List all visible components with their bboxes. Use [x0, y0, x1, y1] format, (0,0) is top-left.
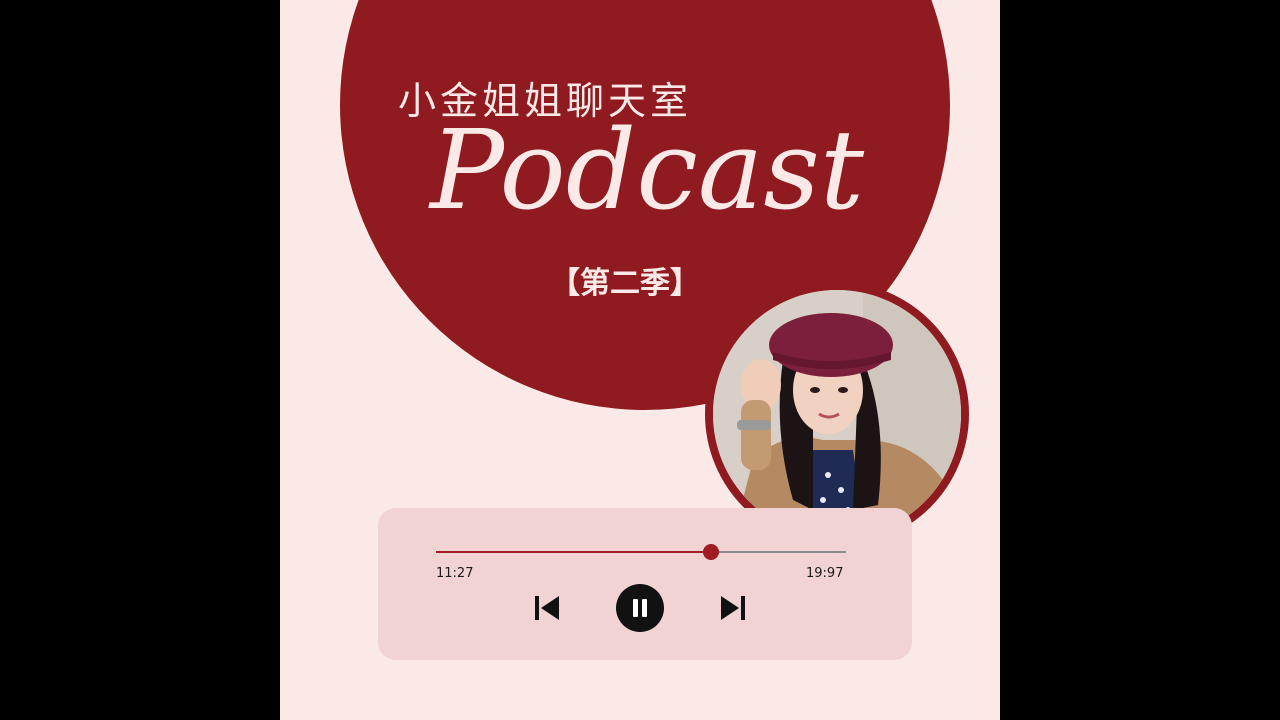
- total-time: 19:97: [806, 566, 844, 581]
- previous-button[interactable]: [532, 594, 562, 622]
- skip-previous-icon: [535, 596, 559, 620]
- progress-fill: [436, 551, 711, 553]
- progress-track[interactable]: [436, 544, 846, 560]
- next-button[interactable]: [718, 594, 748, 622]
- podcast-cover: 小金姐姐聊天室 Podcast 【第二季】 11:27 19:97: [280, 0, 1000, 720]
- podcast-script-title: Podcast: [430, 106, 865, 234]
- skip-next-icon: [721, 596, 745, 620]
- season-label: 【第二季】: [550, 266, 700, 301]
- progress-knob[interactable]: [702, 544, 719, 560]
- pause-icon: [616, 584, 664, 632]
- elapsed-time: 11:27: [436, 566, 474, 581]
- pause-button[interactable]: [616, 584, 664, 632]
- host-photo-frame: [705, 282, 969, 546]
- host-portrait-image: [713, 290, 961, 538]
- letterbox-frame: 小金姐姐聊天室 Podcast 【第二季】 11:27 19:97: [0, 0, 1280, 720]
- host-photo: [713, 290, 961, 538]
- audio-player: 11:27 19:97: [378, 508, 912, 660]
